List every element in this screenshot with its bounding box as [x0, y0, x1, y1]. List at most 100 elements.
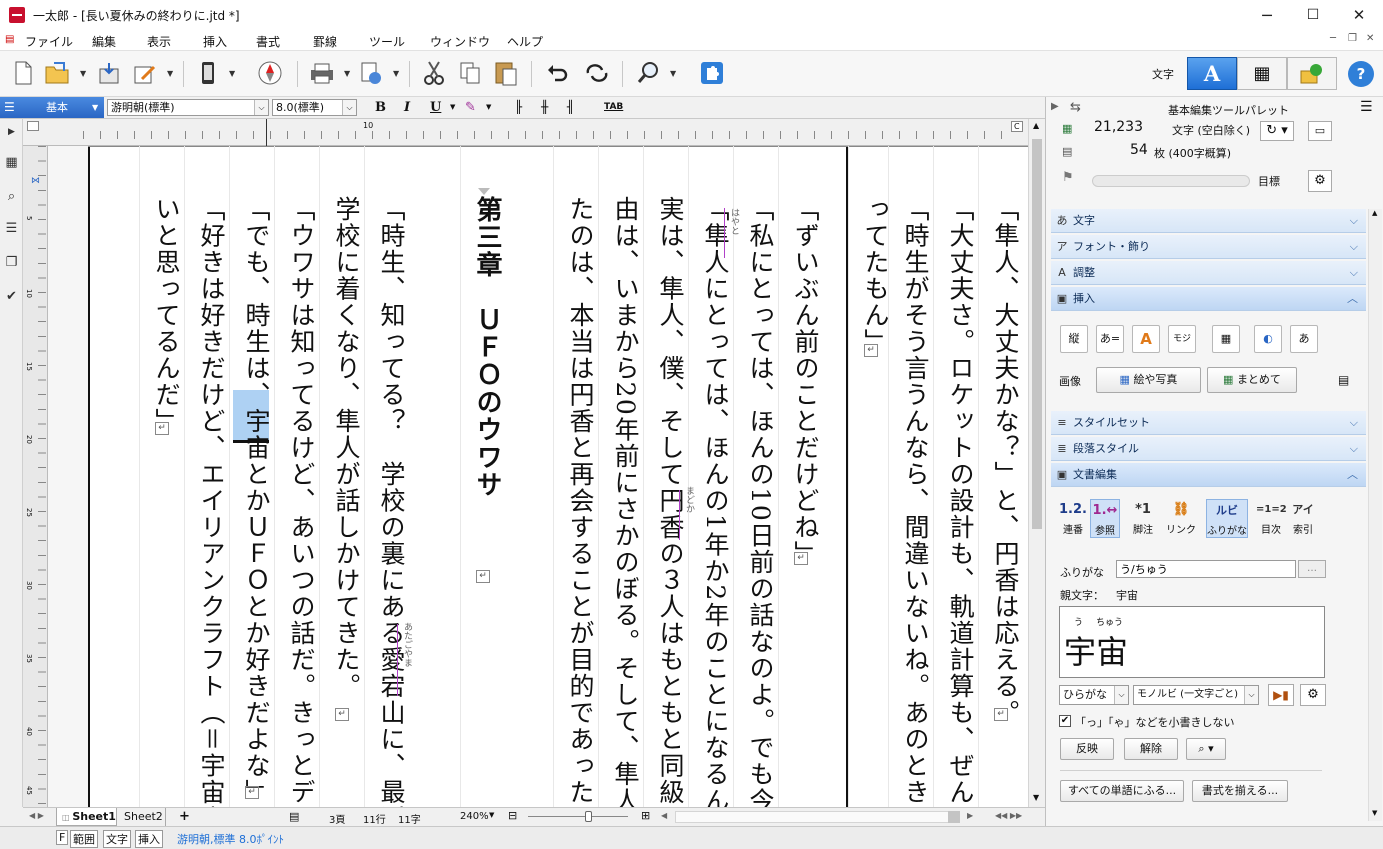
link-tool[interactable]: ⛓ リンク	[1166, 499, 1196, 536]
furigana-tool[interactable]: ルビ ふりがな	[1206, 499, 1248, 538]
text-column[interactable]: 「ウワサは知ってるけど、あいつの話だ。きっとデマ	[274, 146, 318, 807]
page-icon[interactable]: ❐	[3, 255, 20, 272]
save-as-icon[interactable]	[130, 58, 160, 88]
mono-ruby-select[interactable]: モノルビ (一文字ごと) ⌵	[1133, 685, 1259, 705]
status-insert[interactable]: 挿入	[135, 830, 163, 848]
ruler-corner[interactable]	[27, 121, 39, 131]
hscroll-right-icon[interactable]: ▶	[967, 811, 973, 820]
mdi-restore-icon[interactable]: ❐	[1348, 33, 1357, 44]
ruler-c-mark[interactable]: C	[1011, 121, 1023, 132]
menu-format[interactable]: 書式	[256, 33, 280, 50]
horizontal-scrollbar[interactable]	[675, 811, 955, 823]
copy-icon[interactable]	[455, 58, 485, 88]
text-column[interactable]: ってたもん」	[848, 146, 892, 807]
sansho-tool[interactable]: 1.↔ 参照	[1090, 499, 1120, 538]
shape-mode-icon[interactable]	[1287, 57, 1337, 90]
zoom-in-icon[interactable]: ⊞	[641, 809, 650, 822]
cut-icon[interactable]	[419, 58, 449, 88]
table-insert-icon[interactable]: ▦	[1212, 325, 1240, 353]
open-dropdown-icon[interactable]: ▼	[80, 69, 86, 78]
align-bottom-icon[interactable]: ╢	[567, 100, 574, 114]
font-combo[interactable]: 游明朝(標準) ⌵	[107, 99, 269, 116]
underline-dropdown-icon[interactable]: ▼	[450, 103, 455, 111]
column-text[interactable]: 「隼人にとっては、ほんの1年か2年のことになるん	[693, 196, 737, 807]
tab-button[interactable]: TAB	[604, 102, 623, 112]
print-icon[interactable]	[307, 58, 337, 88]
zoom-slider-track[interactable]	[528, 816, 628, 817]
save-icon[interactable]	[94, 58, 124, 88]
gear-icon[interactable]: ⚙	[1308, 170, 1332, 192]
close-button[interactable]: ✕	[1336, 0, 1382, 30]
align-format-button[interactable]: 書式を揃える...	[1192, 780, 1288, 802]
text-column[interactable]: 「私にとっては、ほんの10日前の話なのよ。でも今度	[733, 146, 777, 807]
section-paragraph-style[interactable]: ≣ 段落スタイル ⌵	[1051, 437, 1366, 461]
column-text[interactable]: ってたもん」	[853, 196, 897, 355]
sheet-prev-icon[interactable]: ◀ ▶	[29, 811, 44, 820]
mdi-minimize-icon[interactable]: ─	[1330, 33, 1336, 44]
section-adjust[interactable]: A 調整 ⌵	[1051, 261, 1366, 285]
outline-icon[interactable]: ☰	[3, 221, 20, 238]
font-size-combo[interactable]: 8.0(標準) ⌵	[272, 99, 357, 116]
section-font[interactable]: アフォント・飾り ⌵	[1051, 235, 1366, 259]
furigana-input[interactable]	[1116, 560, 1296, 578]
text-column[interactable]: いと思ってるんだ」	[139, 146, 183, 807]
ruby-insert-icon[interactable]: あ	[1290, 325, 1318, 353]
scroll-down-icon[interactable]: ▼	[1033, 793, 1039, 802]
device-dropdown-icon[interactable]: ▼	[229, 69, 235, 78]
text-column[interactable]: たのは、本当は円香と再会することが目的であった。	[553, 146, 597, 807]
scroll-thumb[interactable]	[1032, 139, 1042, 529]
mokuji-tool[interactable]: =1=2 目次	[1256, 499, 1287, 536]
column-text[interactable]: 「私にとっては、ほんの10日前の話なのよ。でも今度	[738, 196, 782, 807]
window-icon[interactable]: ▭	[1308, 121, 1332, 141]
table-mode-icon[interactable]: ▦	[1237, 57, 1287, 90]
style-selector[interactable]: ☰ 基本 ▼	[0, 97, 104, 118]
section-document-edit[interactable]: ▣ 文書編集 ︿	[1051, 463, 1366, 487]
palette-collapse-icon[interactable]: ▶	[1051, 101, 1059, 112]
italic-button[interactable]: I	[404, 100, 410, 115]
text-column[interactable]: 「隼人にとっては、ほんの1年か2年のことになるん	[688, 146, 732, 807]
photo-button[interactable]: ▦ 絵や写真	[1096, 367, 1201, 393]
column-text[interactable]: 学校に着くなり、隼人が話しかけてきた。	[324, 196, 368, 700]
hscroll-thumb[interactable]	[948, 811, 960, 823]
layout-icon[interactable]: ▤	[289, 810, 299, 823]
sakuin-tool[interactable]: アイ 索引	[1288, 499, 1318, 536]
text-mode-a-icon[interactable]: A	[1187, 57, 1237, 90]
menu-view[interactable]: 表示	[147, 33, 171, 50]
menu-help[interactable]: ヘルプ	[507, 33, 543, 50]
open-folder-icon[interactable]	[42, 58, 72, 88]
shape-insert-icon[interactable]: ◐	[1254, 325, 1282, 353]
matome-button[interactable]: ▦ まとめて	[1207, 367, 1297, 393]
status-f[interactable]: F	[56, 830, 69, 845]
palette-menu-icon[interactable]: ☰	[1360, 99, 1373, 115]
zoom-slider-thumb[interactable]	[585, 811, 592, 822]
zoom-level[interactable]: 240%	[460, 811, 489, 822]
search-icon[interactable]: ⌕ ▾	[1186, 738, 1226, 760]
column-text[interactable]: 「隼人、大丈夫かな？」と、円香は応える。	[983, 196, 1027, 726]
underline-button[interactable]: U	[430, 100, 441, 115]
status-moji[interactable]: 文字	[103, 830, 131, 848]
minimize-button[interactable]: ─	[1244, 0, 1290, 30]
menu-insert[interactable]: 挿入	[203, 33, 227, 50]
find-icon[interactable]: ⌕	[3, 189, 20, 206]
column-text[interactable]: 「好きは好きだけど、エイリアンクラフト（＝宇宙人	[189, 196, 233, 807]
kana-select[interactable]: ひらがな ⌵	[1059, 685, 1129, 705]
column-text[interactable]: 「大丈夫さ。ロケットの設計も、軌道計算も、ぜんぶ	[938, 196, 982, 807]
page-settings-icon[interactable]	[356, 58, 386, 88]
menu-file[interactable]: ファイル	[25, 33, 73, 50]
small-kana-checkbox[interactable]: ✔	[1059, 715, 1071, 727]
renban-tool[interactable]: 1.2. 連番	[1058, 499, 1088, 536]
all-words-button[interactable]: すべての単語にふる...	[1060, 780, 1184, 802]
column-text[interactable]: 「時生、知ってる？ 学校の裏にある愛宕山に、最近	[369, 196, 413, 807]
help-icon[interactable]: ?	[1348, 61, 1374, 87]
text-column[interactable]: 「ずいぶん前のことだけどね」	[778, 146, 822, 807]
sheet-tab-1[interactable]: ◫ Sheet1	[56, 808, 117, 826]
search-dropdown-icon[interactable]: ▼	[670, 69, 676, 78]
save-dropdown-icon[interactable]: ▼	[167, 69, 173, 78]
chevron-down-icon[interactable]: ⌵	[254, 100, 268, 115]
column-text[interactable]: 「ウワサは知ってるけど、あいつの話だ。きっとデマ	[279, 196, 323, 807]
refresh-icon[interactable]: ↻ ▾	[1260, 121, 1294, 141]
vertical-text-icon[interactable]: 縦	[1060, 325, 1088, 353]
check-icon[interactable]: ✔	[3, 289, 20, 306]
add-sheet-button[interactable]: +	[179, 809, 190, 824]
text-column[interactable]: 「でも、時生は、宇宙とかＵＦＯとか好きだよな」	[229, 146, 273, 807]
